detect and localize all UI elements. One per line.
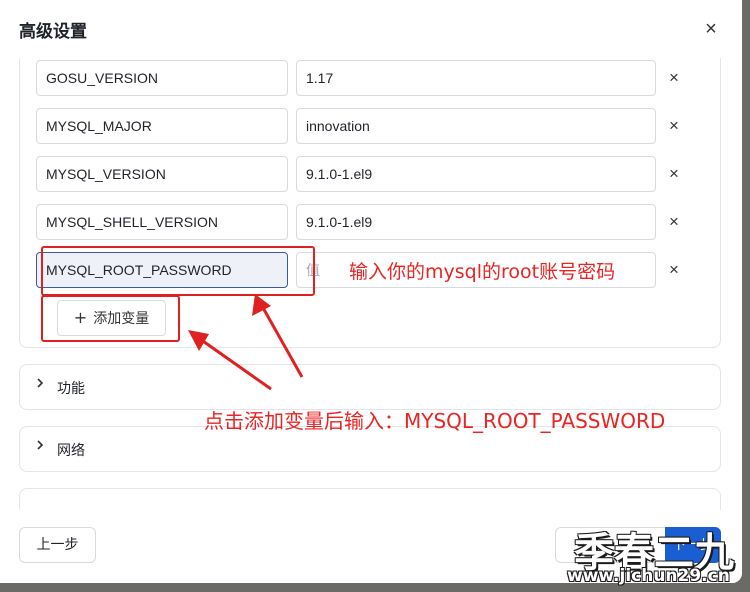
watermark-url: www.jichun29.cn [567,566,730,586]
arrow-head [252,294,271,316]
arrow-head [188,330,209,351]
annotation-arrows [188,294,304,391]
annotation-arrow [199,337,272,391]
annotation-arrow [260,305,304,378]
